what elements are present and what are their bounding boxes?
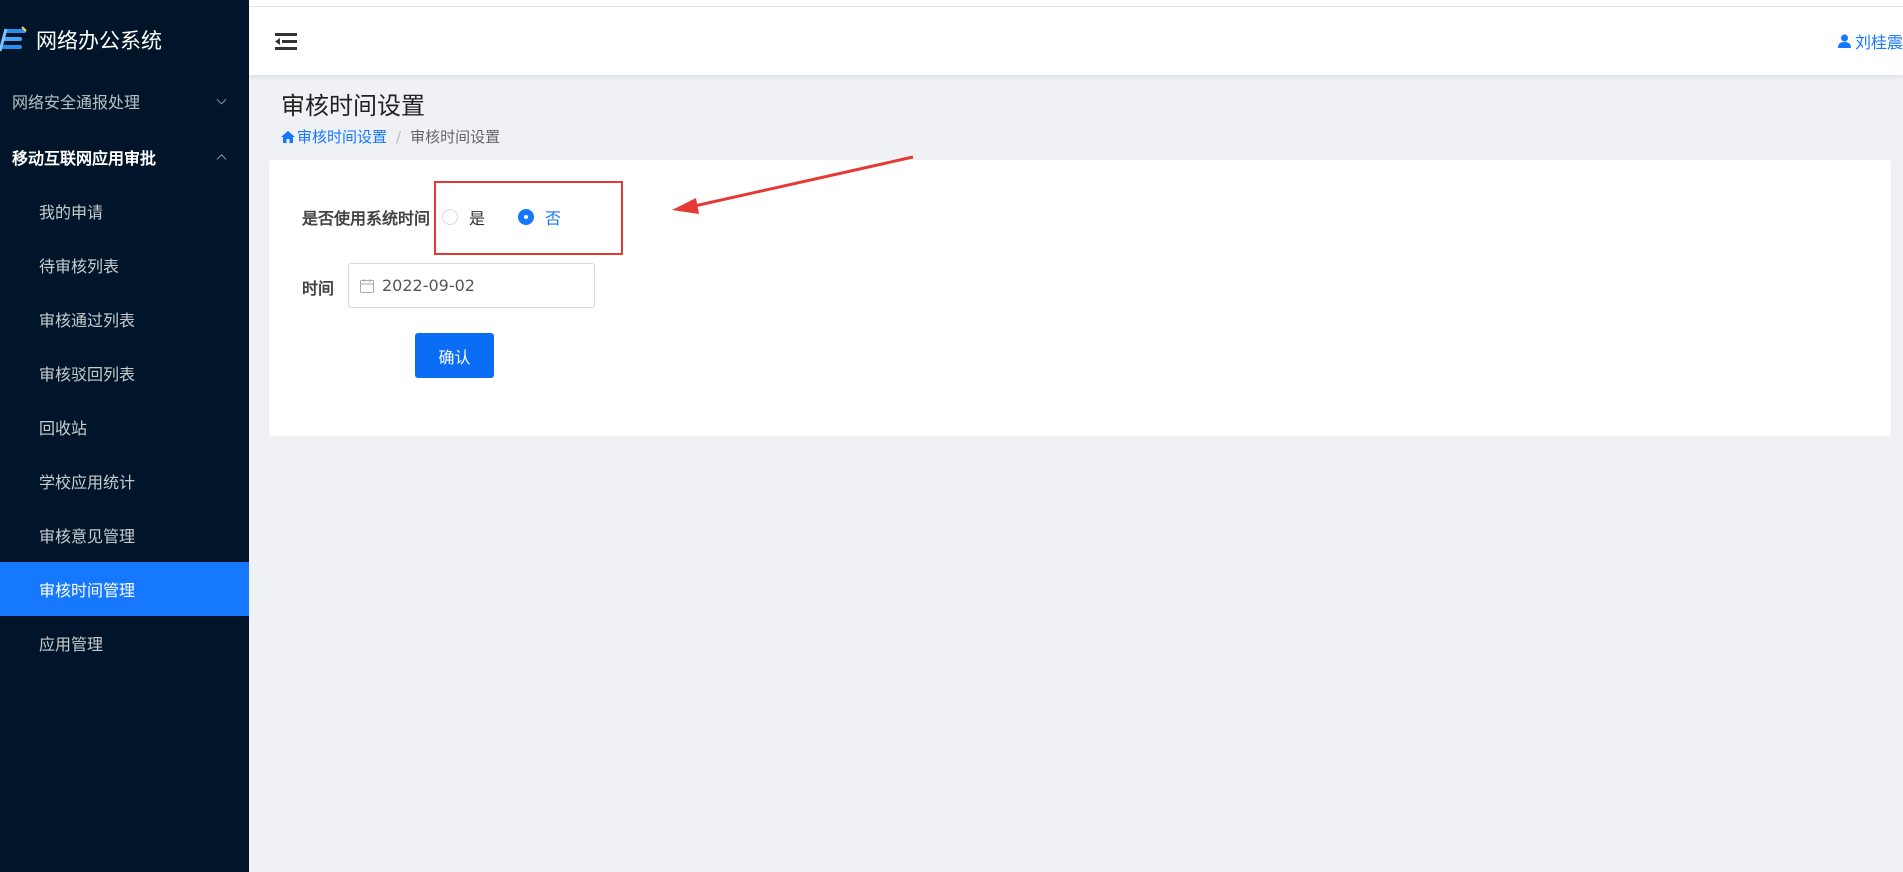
breadcrumb-current: 审核时间设置 [410,128,501,146]
logo-icon [0,26,27,52]
chevron-up-icon [216,154,227,165]
sidebar-item-recycle-bin[interactable]: 回收站 [0,400,249,454]
breadcrumb-link[interactable]: 审核时间设置 [281,126,387,147]
sidebar-item-my-applications[interactable]: 我的申请 [0,184,249,238]
calendar-icon [360,278,374,293]
brand[interactable]: 网络办公系统 [0,7,249,73]
sidebar-item-review-comments[interactable]: 审核意见管理 [0,508,249,562]
menu-group-app-approval[interactable]: 移动互联网应用审批 [0,130,249,184]
confirm-button[interactable]: 确认 [415,333,494,378]
menu-group-security-report[interactable]: 网络安全通报处理 [0,74,249,128]
header: 刘桂震 [249,7,1903,75]
sidebar-item-label: 我的申请 [39,203,104,222]
sidebar-item-approved-list[interactable]: 审核通过列表 [0,292,249,346]
sidebar-item-label: 审核通过列表 [39,311,136,330]
user-name: 刘桂震 [1854,33,1903,52]
user-menu[interactable]: 刘桂震 [1837,29,1903,53]
sidebar-item-app-management[interactable]: 应用管理 [0,616,249,670]
sidebar-item-label: 审核时间管理 [39,581,136,600]
date-picker[interactable] [348,263,595,308]
sidebar-item-review-time[interactable]: 审核时间管理 [0,562,249,616]
breadcrumb: 审核时间设置 / 审核时间设置 [281,126,500,147]
breadcrumb-link-label: 审核时间设置 [297,128,388,146]
breadcrumb-separator: / [396,127,402,146]
sidebar-item-pending-review[interactable]: 待审核列表 [0,238,249,292]
sidebar-item-label: 审核驳回列表 [39,365,136,384]
menu-fold-icon[interactable] [275,33,297,50]
sidebar-item-label: 审核意见管理 [39,527,136,546]
home-icon [281,130,295,143]
sidebar-item-label: 学校应用统计 [39,473,136,492]
time-label: 时间 [302,279,335,298]
date-input[interactable] [382,276,562,295]
top-strip [249,0,1903,7]
page-title: 审核时间设置 [281,92,425,120]
annotation-box [434,181,623,255]
sidebar-item-school-app-stats[interactable]: 学校应用统计 [0,454,249,508]
sidebar-item-rejected-list[interactable]: 审核驳回列表 [0,346,249,400]
user-icon [1837,34,1851,48]
menu-group-label: 网络安全通报处理 [12,93,141,112]
app-title: 网络办公系统 [36,29,162,53]
use-system-time-label: 是否使用系统时间 [302,209,431,228]
menu-group-label: 移动互联网应用审批 [12,149,157,168]
sidebar: 网络办公系统 网络安全通报处理 移动互联网应用审批 我的申请 待审核列表 审核通… [0,0,249,872]
sidebar-item-label: 应用管理 [39,635,104,654]
sidebar-item-label: 待审核列表 [39,257,120,276]
chevron-down-icon [216,94,227,105]
sidebar-item-label: 回收站 [39,419,88,438]
